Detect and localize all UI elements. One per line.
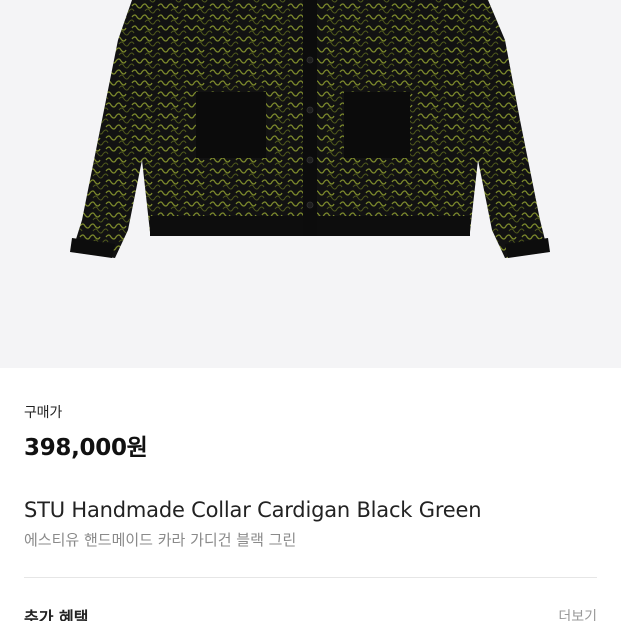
product-price: 398,000원 <box>24 435 148 461</box>
cardigan-image <box>70 0 550 258</box>
section-divider <box>24 577 597 578</box>
product-subtitle: 에스티유 핸드메이드 카라 가디건 블랙 그린 <box>24 531 297 549</box>
product-title: STU Handmade Collar Cardigan Black Green <box>24 498 482 522</box>
product-detail-page: 구매가 398,000원 STU Handmade Collar Cardiga… <box>0 0 621 621</box>
more-link[interactable]: 더보기 <box>558 606 597 621</box>
benefits-title: 추가 혜택 <box>24 608 89 621</box>
product-image[interactable] <box>0 0 621 368</box>
additional-benefits-row[interactable]: 추가 혜택 더보기 <box>24 604 597 621</box>
price-label: 구매가 <box>24 405 63 421</box>
